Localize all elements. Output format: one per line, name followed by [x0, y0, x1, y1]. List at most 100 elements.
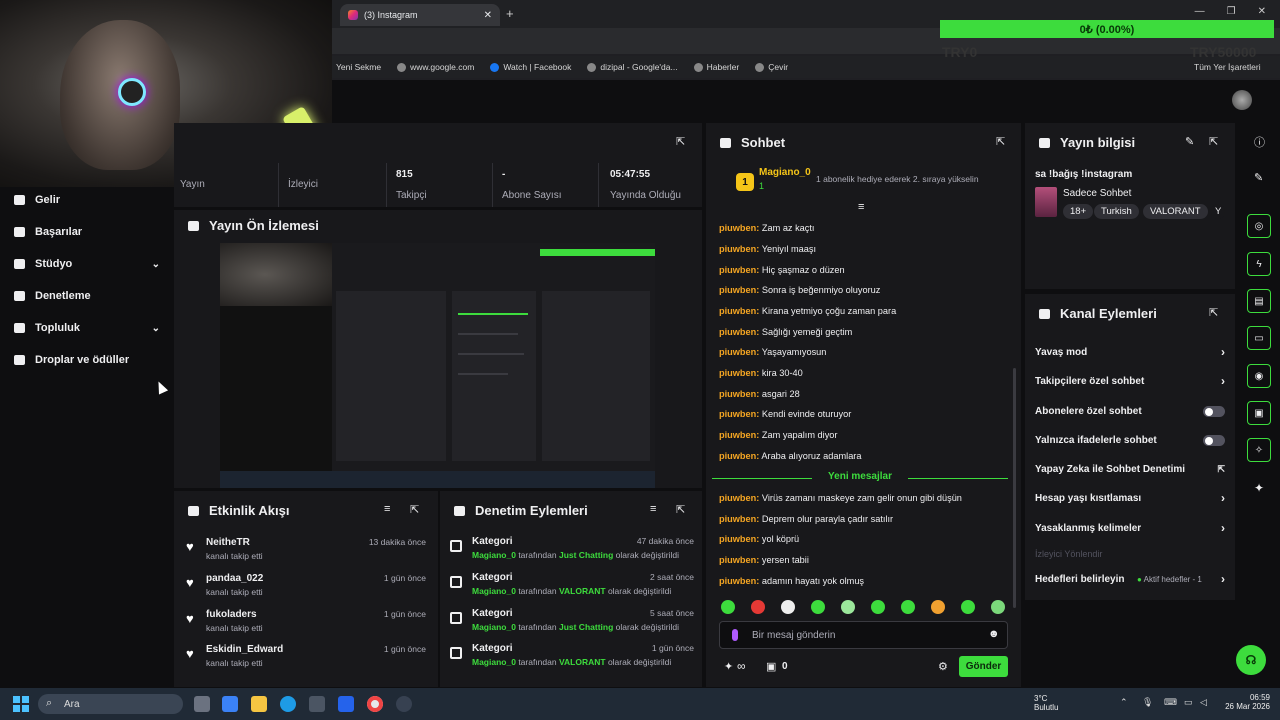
action-ai-moderation[interactable]: Yapay Zeka ile Sohbet Denetimi ⇱	[1035, 464, 1225, 475]
sidebar-item-studyo[interactable]: Stüdyo ⌄	[14, 258, 160, 270]
chat-username[interactable]: piuwben:	[719, 244, 759, 254]
popout-icon[interactable]: ⇱	[676, 503, 685, 516]
emote-icon[interactable]	[841, 600, 855, 614]
chat-username[interactable]: piuwben:	[719, 389, 759, 399]
tag-pill[interactable]: Turkish	[1094, 204, 1139, 219]
action-set-goals[interactable]: Hedefleri belirleyin ● Aktif hedefler - 1…	[1035, 572, 1225, 586]
maximize-icon[interactable]: ❐	[1227, 6, 1236, 17]
emoji-icon[interactable]: ☻	[988, 628, 1000, 640]
event-username[interactable]: pandaa_022	[206, 573, 263, 584]
emote-icon[interactable]	[961, 600, 975, 614]
filter-icon[interactable]: ≡	[650, 503, 656, 515]
bookmark-item[interactable]: www.google.com	[397, 62, 474, 72]
emote-icon[interactable]	[871, 600, 885, 614]
sidebar-item-droplar[interactable]: Droplar ve ödüller	[14, 354, 160, 366]
emote-icon[interactable]	[781, 600, 795, 614]
chat-username[interactable]: piuwben:	[719, 285, 759, 295]
edge-icon[interactable]	[280, 696, 296, 712]
chat-username[interactable]: piuwben:	[719, 223, 759, 233]
microphone-icon[interactable]	[732, 629, 738, 641]
chevron-up-icon[interactable]: ⌃	[1120, 697, 1128, 708]
pencil-icon[interactable]: ✎	[1185, 135, 1194, 148]
gift-icon[interactable]: ▣	[766, 660, 776, 673]
subs-only-toggle[interactable]	[1203, 406, 1225, 417]
all-bookmarks[interactable]: Tüm Yer İşaretleri	[1194, 62, 1261, 72]
quick-action-button[interactable]: ▣	[1247, 401, 1271, 425]
category-name[interactable]: Sadece Sohbet	[1063, 188, 1131, 199]
add-action-icon[interactable]: ✦	[1254, 481, 1264, 495]
chat-username[interactable]: piuwben:	[719, 306, 759, 316]
taskbar-clock[interactable]: 06:59 26 Mar 2026	[1222, 693, 1270, 711]
tag-pill[interactable]: VALORANT	[1143, 204, 1208, 219]
popout-icon[interactable]: ⇱	[996, 135, 1005, 148]
chat-scrollbar[interactable]	[1013, 368, 1016, 608]
bits-icon[interactable]: ✦	[724, 660, 733, 673]
mod-user[interactable]: Magiano_0	[472, 622, 516, 632]
chat-username[interactable]: piuwben:	[719, 265, 759, 275]
pencil-icon[interactable]: ✎	[1254, 171, 1263, 184]
quick-action-button[interactable]: ▭	[1247, 326, 1271, 350]
avatar[interactable]	[1232, 90, 1252, 110]
obs-icon[interactable]	[396, 696, 412, 712]
bookmark-item[interactable]: Watch | Facebook	[490, 62, 571, 72]
event-username[interactable]: fukoladers	[206, 609, 257, 620]
bookmark-item[interactable]: Yeni Sekme	[336, 62, 381, 72]
sidebar-item-topluluk[interactable]: Topluluk ⌄	[14, 322, 160, 334]
chat-username[interactable]: piuwben:	[719, 451, 759, 461]
network-icon[interactable]: ▭	[1184, 697, 1193, 708]
sidebar-item-denetleme[interactable]: Denetleme	[14, 290, 160, 302]
quick-action-button[interactable]: ◎	[1247, 214, 1271, 238]
emote-icon[interactable]	[931, 600, 945, 614]
event-username[interactable]: NeitheTR	[206, 537, 250, 548]
widgets-icon[interactable]	[222, 696, 238, 712]
store-icon[interactable]	[309, 696, 325, 712]
chat-username[interactable]: piuwben:	[719, 347, 759, 357]
popout-icon[interactable]: ⇱	[410, 503, 419, 516]
filter-icon[interactable]: ≡	[384, 503, 390, 515]
quick-action-button[interactable]: ▤	[1247, 289, 1271, 313]
task-view-icon[interactable]	[194, 696, 210, 712]
mail-icon[interactable]	[338, 696, 354, 712]
collapse-icon[interactable]: ≡	[858, 201, 864, 213]
popout-icon[interactable]: ⇱	[1209, 306, 1218, 319]
volume-icon[interactable]: ◁	[1200, 697, 1207, 708]
windows-start-icon[interactable]	[13, 696, 29, 712]
sidebar-item-basarilar[interactable]: Başarılar	[14, 226, 160, 238]
chat-username[interactable]: piuwben:	[719, 555, 759, 565]
close-window-icon[interactable]: ✕	[1258, 6, 1266, 17]
weather-widget[interactable]: 3°C Bulutlu	[1034, 694, 1058, 712]
chat-username[interactable]: piuwben:	[719, 368, 759, 378]
mod-user[interactable]: Magiano_0	[472, 657, 516, 667]
microphone-icon[interactable]: 🎙︎	[1142, 697, 1153, 708]
taskbar-search[interactable]: ⌕ Ara	[38, 694, 183, 714]
chat-username[interactable]: piuwben:	[719, 576, 759, 586]
chat-username[interactable]: piuwben:	[719, 327, 759, 337]
emote-icon[interactable]	[811, 600, 825, 614]
close-tab-icon[interactable]: ✕	[484, 10, 492, 21]
minimize-icon[interactable]: —	[1195, 6, 1205, 17]
bookmark-item[interactable]: Çevir	[755, 62, 788, 72]
send-button[interactable]: Gönder	[959, 656, 1008, 677]
mod-user[interactable]: Magiano_0	[472, 550, 516, 560]
file-explorer-icon[interactable]	[251, 696, 267, 712]
chat-input[interactable]: Bir mesaj gönderin ☻	[719, 621, 1008, 649]
sidebar-item-gelir[interactable]: Gelir	[14, 194, 160, 206]
emote-icon[interactable]	[901, 600, 915, 614]
stream-preview-video[interactable]	[220, 243, 655, 488]
chat-username[interactable]: piuwben:	[719, 430, 759, 440]
quick-action-button[interactable]: ϟ	[1247, 252, 1271, 276]
action-banned-words[interactable]: Yasaklanmış kelimeler ›	[1035, 521, 1225, 535]
tab-instagram[interactable]: (3) Instagram ✕	[340, 4, 500, 26]
popout-icon[interactable]: ⇱	[1209, 135, 1218, 148]
chat-username[interactable]: piuwben:	[719, 514, 759, 524]
chat-username[interactable]: piuwben:	[719, 534, 759, 544]
tag-pill[interactable]: 18+	[1063, 204, 1094, 219]
chat-username[interactable]: piuwben:	[719, 493, 759, 503]
leaderboard-user[interactable]: Magiano_0	[759, 167, 811, 178]
mod-user[interactable]: Magiano_0	[472, 586, 516, 596]
action-followers-only[interactable]: Takipçilere özel sohbet ›	[1035, 374, 1225, 388]
event-username[interactable]: Eskidin_Edward	[206, 644, 283, 655]
action-slow-mode[interactable]: Yavaş mod ›	[1035, 345, 1225, 359]
chat-username[interactable]: piuwben:	[719, 409, 759, 419]
emote-icon[interactable]	[721, 600, 735, 614]
